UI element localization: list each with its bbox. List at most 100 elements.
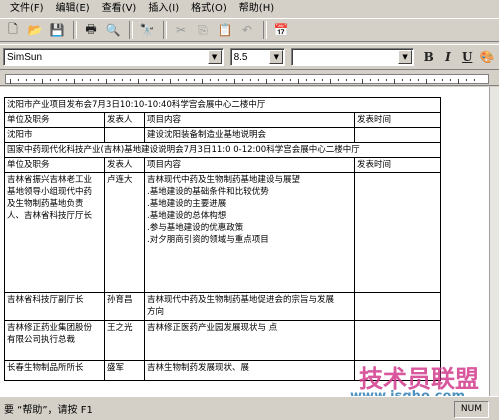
standard-toolbar: 🗋 📂 💾 🖶 🔍 🔭 ✂ ⎘ 📋 ↶ 📅	[0, 18, 499, 42]
table-cell[interactable]: 项目内容	[144, 112, 355, 128]
ruler-tick	[410, 79, 411, 81]
ruler-tick	[42, 79, 43, 84]
table-row: 长春生物制品所所长 盛军 吉林生物制药发展现状、展	[4, 360, 441, 381]
ruler-tick	[210, 79, 211, 81]
table-cell[interactable]: 发表人	[104, 112, 145, 128]
table-cell[interactable]	[354, 320, 441, 361]
table-cell[interactable]: 建设沈阳装备制造业基地说明会	[144, 127, 355, 143]
ruler-tick	[394, 79, 395, 84]
chevron-down-icon[interactable]: ▼	[269, 50, 284, 64]
ruler-tick	[346, 79, 347, 81]
table-cell[interactable]: 单位及职务	[4, 157, 105, 173]
toolbar-separator	[263, 21, 267, 39]
ruler-tick	[90, 79, 91, 81]
table-cell[interactable]: 发表时间	[354, 112, 441, 128]
table-cell[interactable]	[354, 172, 441, 293]
insert-date-icon[interactable]: 📅	[271, 20, 291, 40]
watermark-url: www.jsgho.com	[350, 384, 465, 396]
table-cell[interactable]	[354, 127, 441, 143]
table-cell[interactable]	[104, 127, 145, 143]
ruler-tick	[138, 79, 139, 84]
ruler-tick	[74, 79, 75, 84]
color-icon[interactable]: 🎨	[478, 47, 497, 67]
find-icon[interactable]: 🔭	[137, 20, 157, 40]
ruler-tick	[66, 79, 67, 81]
table-cell[interactable]: 国家中药现代化科技产业(吉林)基地建设说明会7月3日11:0 0-12:00科学…	[4, 142, 441, 158]
ruler-tick	[274, 79, 275, 81]
table-cell[interactable]: 吉林修正医药产业园发展现状与 点	[144, 320, 355, 361]
table-cell[interactable]: 吉林修正药业集团股份 有限公司执行总裁	[4, 320, 105, 361]
ruler-tick	[466, 79, 467, 81]
ruler-tick	[282, 79, 283, 81]
paste-icon[interactable]: 📋	[215, 20, 235, 40]
table-cell[interactable]: 发表时间	[354, 157, 441, 173]
copy-icon[interactable]: ⎘	[193, 20, 213, 40]
table-cell[interactable]: 单位及职务	[4, 112, 105, 128]
menu-edit[interactable]: 编辑(E)	[50, 1, 96, 17]
document-area[interactable]: 沈阳市产业项目发布会7月3日10:10-10:40科学宫会展中心二楼中厅 单位及职…	[0, 87, 489, 396]
menu-insert[interactable]: 插入(I)	[142, 1, 185, 17]
underline-button[interactable]: U	[459, 47, 476, 67]
ruler-tick	[442, 79, 443, 81]
table-row: 沈阳市产业项目发布会7月3日10:10-10:40科学宫会展中心二楼中厅	[4, 97, 441, 113]
save-icon[interactable]: 💾	[47, 20, 67, 40]
ruler-tick	[226, 79, 227, 81]
table-cell[interactable]: 长春生物制品所所长	[4, 360, 105, 381]
table-cell[interactable]: 吉林生物制药发展现状、展	[144, 360, 355, 381]
cut-icon[interactable]: ✂	[171, 20, 191, 40]
ruler-tick	[186, 79, 187, 81]
ruler-tick	[146, 79, 147, 81]
table-cell[interactable]: 卢连大	[104, 172, 145, 293]
ruler-tick	[10, 79, 11, 84]
schedule-table: 沈阳市产业项目发布会7月3日10:10-10:40科学宫会展中心二楼中厅 单位及职…	[4, 97, 441, 381]
table-cell[interactable]: 盛军	[104, 360, 145, 381]
ruler-tick	[218, 79, 219, 81]
table-cell[interactable]: 吉林省振兴吉林老工业 基地领导小组现代中药 及生物制药基地负责 人、吉林省科技厅…	[4, 172, 105, 293]
table-cell[interactable]: 发表人	[104, 157, 145, 173]
table-cell[interactable]: 吉林现代中药及生物制药基地建设与展望 .基地建设的基础条件和比较优势 .基地建设…	[144, 172, 355, 293]
italic-button[interactable]: I	[439, 47, 456, 67]
chevron-down-icon[interactable]: ▼	[398, 50, 413, 64]
script-select[interactable]: ▼	[291, 48, 415, 66]
menu-format[interactable]: 格式(O)	[185, 1, 233, 17]
table-cell[interactable]	[354, 292, 441, 321]
chevron-down-icon[interactable]: ▼	[207, 50, 222, 64]
menu-help[interactable]: 帮助(H)	[233, 1, 280, 17]
ruler-tick	[34, 79, 35, 81]
font-size-select[interactable]: 8.5 ▼	[229, 48, 286, 66]
toolbar-separator	[163, 21, 167, 39]
table-cell[interactable]: 吉林现代中药及生物制药基地促进会的宗旨与发展 方向	[144, 292, 355, 321]
ruler-tick	[266, 79, 267, 84]
table-cell[interactable]	[354, 360, 441, 381]
print-preview-icon[interactable]: 🔍	[103, 20, 123, 40]
table-cell[interactable]: 项目内容	[144, 157, 355, 173]
new-document-icon[interactable]: 🗋	[3, 20, 23, 40]
menu-file[interactable]: 文件(F)	[4, 1, 50, 17]
ruler-tick	[386, 79, 387, 81]
table-cell[interactable]: 沈阳市产业项目发布会7月3日10:10-10:40科学宫会展中心二楼中厅	[4, 97, 441, 113]
ruler-tick	[306, 79, 307, 81]
ruler-tick	[362, 79, 363, 84]
table-row: 吉林修正药业集团股份 有限公司执行总裁 王之光 吉林修正医药产业园发展现状与 点	[4, 320, 441, 361]
font-size-value: 8.5	[233, 51, 248, 63]
ruler-tick	[26, 79, 27, 81]
ruler-tick	[234, 79, 235, 84]
menu-view[interactable]: 查看(V)	[96, 1, 143, 17]
table-cell[interactable]: 孙育昌	[104, 292, 145, 321]
ruler-tick	[130, 79, 131, 81]
ruler-tick	[122, 79, 123, 81]
print-icon[interactable]: 🖶	[81, 20, 101, 40]
table-cell[interactable]: 王之光	[104, 320, 145, 361]
table-cell[interactable]: 沈阳市	[4, 127, 105, 143]
ruler-tick	[370, 79, 371, 81]
bold-button[interactable]: B	[420, 47, 437, 67]
undo-icon[interactable]: ↶	[237, 20, 257, 40]
open-folder-icon[interactable]: 📂	[25, 20, 45, 40]
ruler-tick	[250, 79, 251, 81]
menu-bar: 文件(F) 编辑(E) 查看(V) 插入(I) 格式(O) 帮助(H)	[0, 0, 499, 18]
vertical-scrollbar[interactable]	[489, 87, 499, 396]
table-cell[interactable]: 吉林省科技厅副厅长	[4, 292, 105, 321]
ruler-tick	[450, 79, 451, 81]
font-name-select[interactable]: SimSun ▼	[3, 48, 224, 66]
ruler	[0, 72, 499, 86]
